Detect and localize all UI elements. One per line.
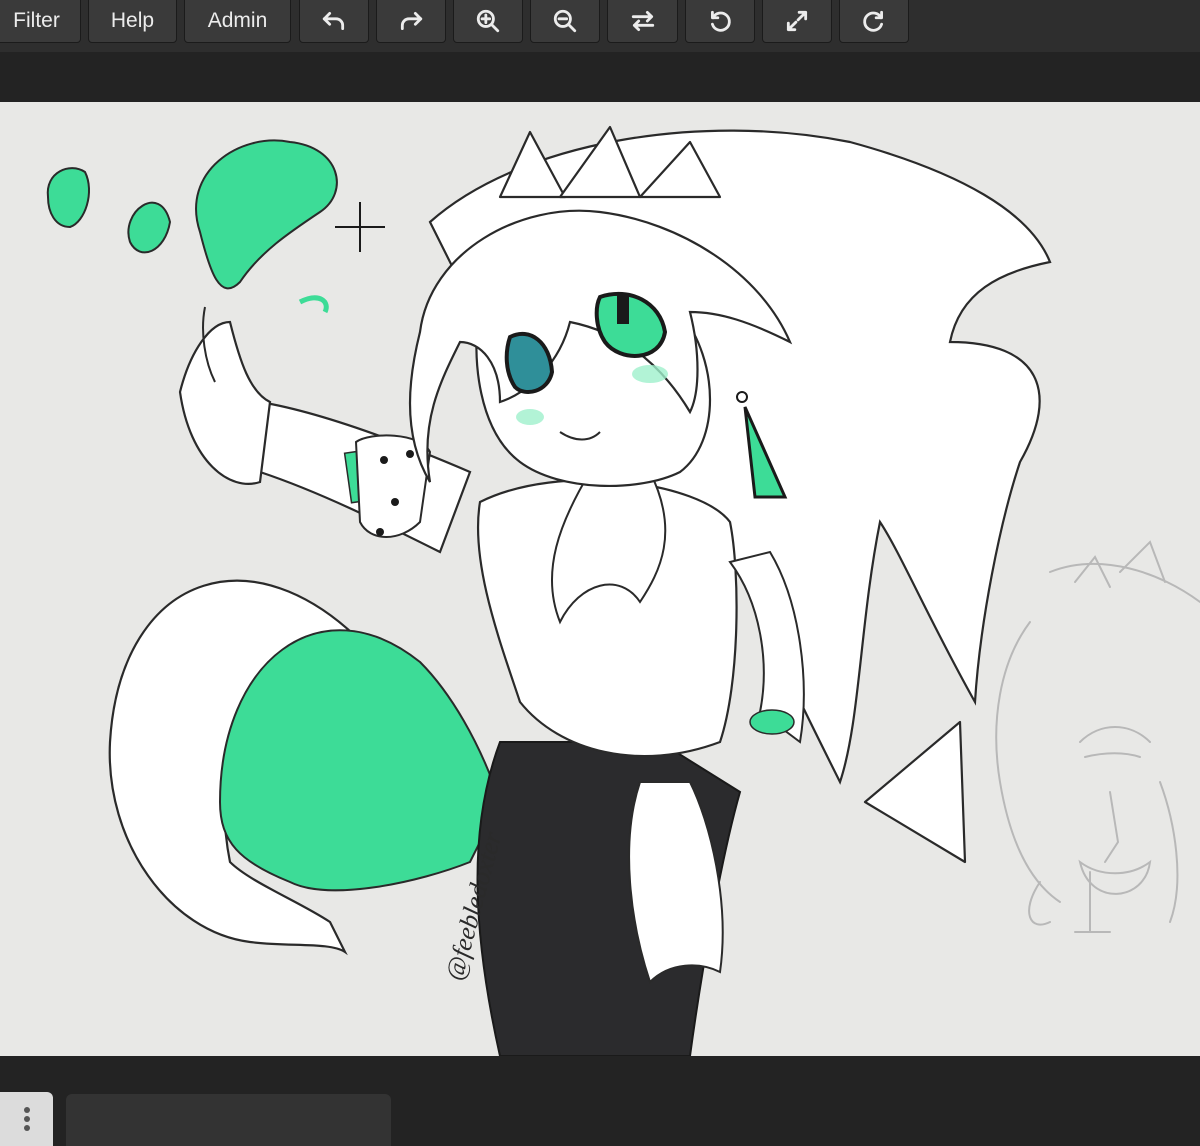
drawing-canvas[interactable]: @feebledoxter (0, 102, 1200, 1056)
zoom-out-icon (553, 9, 577, 32)
top-toolbar: Filter Help Admin (0, 0, 1200, 52)
filter-menu[interactable]: Filter (0, 0, 81, 43)
zoom-in-icon (476, 9, 500, 32)
help-menu-label: Help (110, 8, 155, 32)
drag-handle-icon (23, 1107, 30, 1131)
filter-menu-label: Filter (13, 8, 60, 32)
help-menu[interactable]: Help (88, 0, 177, 43)
canvas-artwork: @feebledoxter (46, 125, 1200, 1056)
secondary-toolbar (0, 52, 1200, 102)
zoom-in-button[interactable] (453, 0, 523, 43)
flip-icon (631, 10, 654, 31)
layers-panel-tab[interactable] (66, 1094, 391, 1146)
bottom-panel-bar (0, 1056, 1200, 1146)
rotate-right-icon (863, 10, 883, 32)
panel-handle[interactable] (0, 1092, 53, 1146)
rotate-left-button[interactable] (685, 0, 755, 43)
admin-menu-label: Admin (207, 8, 268, 32)
rotate-left-icon (711, 10, 731, 32)
fullscreen-icon (786, 10, 808, 31)
admin-menu[interactable]: Admin (184, 0, 291, 43)
zoom-out-button[interactable] (530, 0, 600, 43)
undo-icon (322, 11, 345, 30)
tail-green-fill (218, 629, 502, 892)
redo-icon (400, 11, 423, 30)
magic-flame (195, 139, 338, 290)
redo-button[interactable] (376, 0, 446, 43)
undo-button[interactable] (299, 0, 369, 43)
floating-triangle (863, 720, 967, 864)
rotate-right-button[interactable] (839, 0, 909, 43)
fullscreen-button[interactable] (762, 0, 832, 43)
flip-button[interactable] (607, 0, 678, 43)
raised-hand (178, 320, 272, 485)
